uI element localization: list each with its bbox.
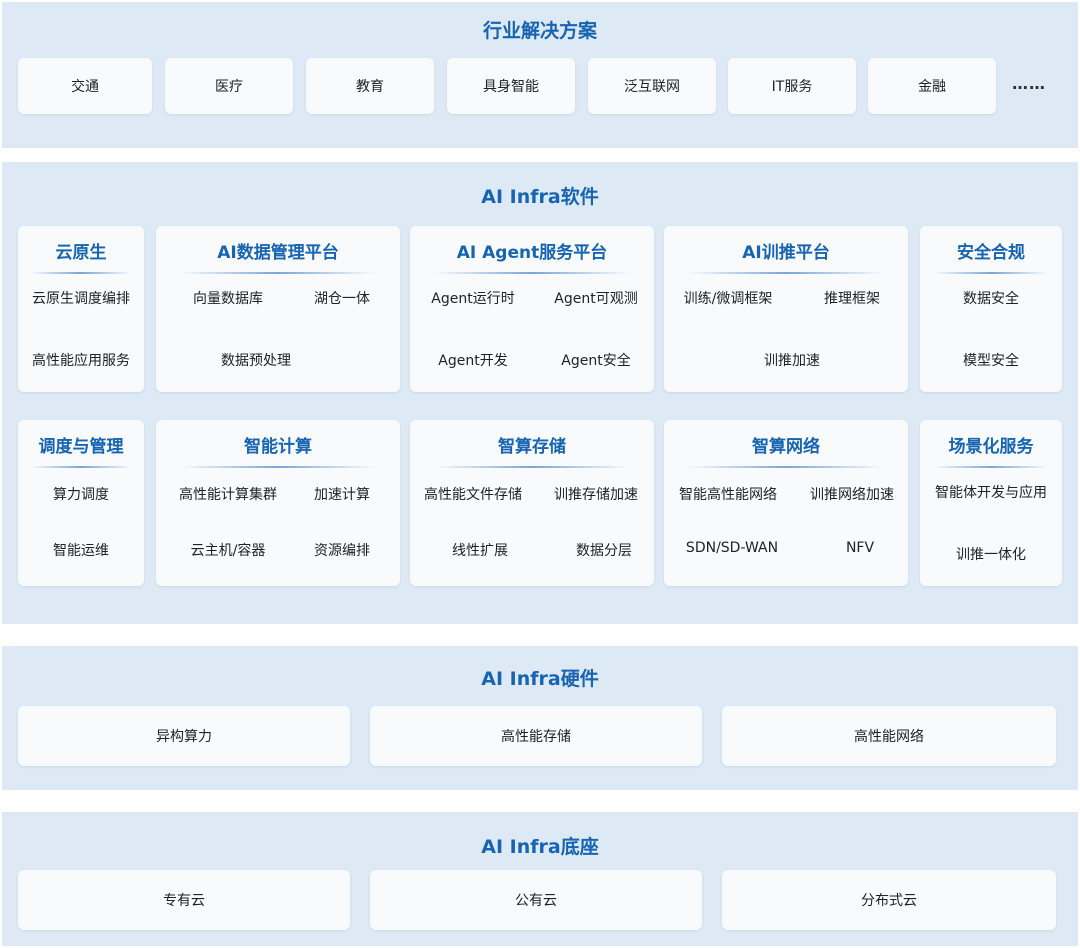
card-item: 训推一体化	[956, 547, 1026, 563]
card-divider	[30, 272, 132, 274]
software-title: AI Infra软件	[481, 186, 599, 208]
card-item: 数据分层	[576, 543, 632, 559]
base-band: AI Infra底座 专有云 公有云 分布式云	[2, 812, 1078, 946]
card-ai-agent-platform: AI Agent服务平台 Agent运行时 Agent可观测 Agent开发 A…	[410, 226, 654, 392]
hardware-title: AI Infra硬件	[481, 668, 599, 690]
card-scheduling-management: 调度与管理 算力调度 智能运维	[18, 420, 144, 586]
card-item: 训推加速	[764, 353, 820, 369]
card-item: 模型安全	[963, 353, 1019, 369]
card-title: AI数据管理平台	[217, 243, 339, 263]
card-intelligent-network: 智算网络 智能高性能网络 训推网络加速 SDN/SD-WAN NFV	[664, 420, 908, 586]
card-item: 加速计算	[314, 487, 370, 503]
card-intelligent-computing: 智能计算 高性能计算集群 加速计算 云主机/容器 资源编排	[156, 420, 400, 586]
card-divider	[688, 466, 884, 468]
hardware-item-hp-network: 高性能网络	[722, 706, 1056, 766]
card-divider	[180, 272, 376, 274]
base-title: AI Infra底座	[481, 836, 599, 858]
hardware-band: AI Infra硬件 异构算力 高性能存储 高性能网络	[2, 646, 1078, 790]
card-item: 训推网络加速	[810, 487, 894, 503]
base-item-distributed-cloud: 分布式云	[722, 870, 1056, 930]
card-item: 智能高性能网络	[679, 487, 777, 503]
base-item-public-cloud: 公有云	[370, 870, 702, 930]
card-title: 智算存储	[498, 437, 566, 457]
card-intelligent-storage: 智算存储 高性能文件存储 训推存储加速 线性扩展 数据分层	[410, 420, 654, 586]
card-divider	[30, 466, 132, 468]
industry-item-internet: 泛互联网	[588, 58, 716, 114]
card-title: 场景化服务	[948, 437, 1034, 457]
card-security-compliance: 安全合规 数据安全 模型安全	[920, 226, 1062, 392]
card-item: 高性能文件存储	[424, 487, 522, 503]
industry-item-medical: 医疗	[165, 58, 293, 114]
card-divider	[434, 466, 630, 468]
card-item: Agent安全	[561, 353, 631, 369]
card-divider	[688, 272, 884, 274]
card-title: 调度与管理	[38, 437, 124, 457]
card-item: 湖仓一体	[314, 291, 370, 307]
card-ai-train-infer-platform: AI训推平台 训练/微调框架 推理框架 训推加速	[664, 226, 908, 392]
card-item: Agent开发	[438, 353, 508, 369]
card-divider	[934, 272, 1048, 274]
card-item: 云主机/容器	[190, 543, 266, 559]
card-item: 智能体开发与应用	[935, 485, 1047, 501]
card-divider	[934, 466, 1048, 468]
card-title: AI Agent服务平台	[456, 243, 608, 263]
industry-item-education: 教育	[306, 58, 434, 114]
industry-title: 行业解决方案	[482, 20, 597, 42]
card-item: 云原生调度编排	[32, 291, 130, 307]
card-item: 资源编排	[314, 543, 370, 559]
industry-item-embodied-ai: 具身智能	[447, 58, 575, 114]
card-title: 云原生	[55, 243, 107, 263]
card-title: 安全合规	[957, 243, 1025, 263]
card-divider	[180, 466, 376, 468]
card-item: 训推存储加速	[554, 487, 638, 503]
card-item: 智能运维	[53, 543, 109, 559]
industry-more-ellipsis: ……	[1012, 74, 1046, 93]
card-item: Agent运行时	[431, 291, 515, 307]
card-item: 线性扩展	[452, 543, 508, 559]
software-band: AI Infra软件 云原生 云原生调度编排 高性能应用服务 AI数据管理平台 …	[2, 162, 1078, 624]
card-item: Agent可观测	[554, 291, 638, 307]
card-ai-data-platform: AI数据管理平台 向量数据库 湖仓一体 数据预处理	[156, 226, 400, 392]
card-item: 数据预处理	[221, 353, 291, 369]
card-title: AI训推平台	[742, 243, 830, 263]
industry-band: 行业解决方案 交通 医疗 教育 具身智能 泛互联网 IT服务 金融 ……	[2, 2, 1078, 148]
industry-item-it-services: IT服务	[728, 58, 856, 114]
card-title: 智算网络	[752, 437, 820, 457]
card-divider	[434, 272, 630, 274]
card-scenario-services: 场景化服务 智能体开发与应用 训推一体化	[920, 420, 1062, 586]
card-item: 数据安全	[963, 291, 1019, 307]
card-item: 训练/微调框架	[683, 291, 773, 307]
industry-item-transport: 交通	[18, 58, 152, 114]
card-item: 推理框架	[824, 291, 880, 307]
hardware-item-hp-storage: 高性能存储	[370, 706, 702, 766]
card-item: NFV	[845, 540, 875, 556]
card-cloud-native: 云原生 云原生调度编排 高性能应用服务	[18, 226, 144, 392]
card-title: 智能计算	[244, 437, 312, 457]
card-item: 向量数据库	[193, 291, 263, 307]
card-item: SDN/SD-WAN	[685, 540, 779, 556]
base-item-private-cloud: 专有云	[18, 870, 350, 930]
hardware-item-heterogeneous-compute: 异构算力	[18, 706, 350, 766]
card-item: 高性能计算集群	[179, 487, 277, 503]
card-item: 高性能应用服务	[32, 353, 130, 369]
industry-item-finance: 金融	[868, 58, 996, 114]
card-item: 算力调度	[53, 487, 109, 503]
